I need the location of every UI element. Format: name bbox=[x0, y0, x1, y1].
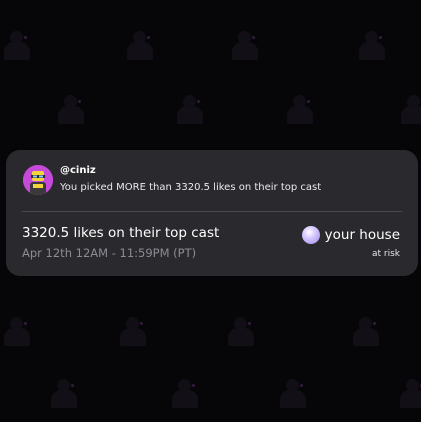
background-silhouette-icon bbox=[397, 92, 421, 124]
background-silhouette-icon bbox=[276, 376, 310, 408]
background-silhouette-icon bbox=[228, 28, 262, 60]
background-silhouette-icon bbox=[123, 28, 157, 60]
background-silhouette-icon bbox=[116, 314, 150, 346]
market-time-window: Apr 12th 12AM - 11:59PM (PT) bbox=[22, 246, 197, 260]
prediction-notification-card[interactable]: @ciniz You picked MORE than 3320.5 likes… bbox=[6, 150, 418, 276]
background-silhouette-icon bbox=[54, 92, 88, 124]
notification-header: @ciniz You picked MORE than 3320.5 likes… bbox=[6, 150, 418, 210]
background-silhouette-icon bbox=[47, 376, 81, 408]
stake-status: at risk bbox=[371, 249, 400, 259]
stake-info: your house bbox=[301, 226, 400, 244]
background-silhouette-icon bbox=[0, 314, 34, 346]
background-silhouette-icon bbox=[349, 314, 383, 346]
house-orb-icon bbox=[301, 226, 320, 244]
background-silhouette-icon bbox=[283, 92, 317, 124]
pick-description: You picked MORE than 3320.5 likes on the… bbox=[60, 182, 322, 193]
background-silhouette-icon bbox=[168, 376, 202, 408]
divider bbox=[22, 211, 402, 212]
background-silhouette-icon bbox=[355, 28, 389, 60]
background-silhouette-icon bbox=[173, 92, 207, 124]
background-silhouette-icon bbox=[396, 376, 421, 408]
user-handle[interactable]: @ciniz bbox=[60, 165, 96, 176]
background-silhouette-icon bbox=[0, 28, 34, 60]
market-title: 3320.5 likes on their top cast bbox=[22, 225, 220, 241]
screen: @ciniz You picked MORE than 3320.5 likes… bbox=[0, 0, 421, 422]
user-avatar-icon[interactable] bbox=[23, 165, 53, 195]
stake-label: your house bbox=[324, 227, 400, 243]
background-silhouette-icon bbox=[224, 314, 258, 346]
